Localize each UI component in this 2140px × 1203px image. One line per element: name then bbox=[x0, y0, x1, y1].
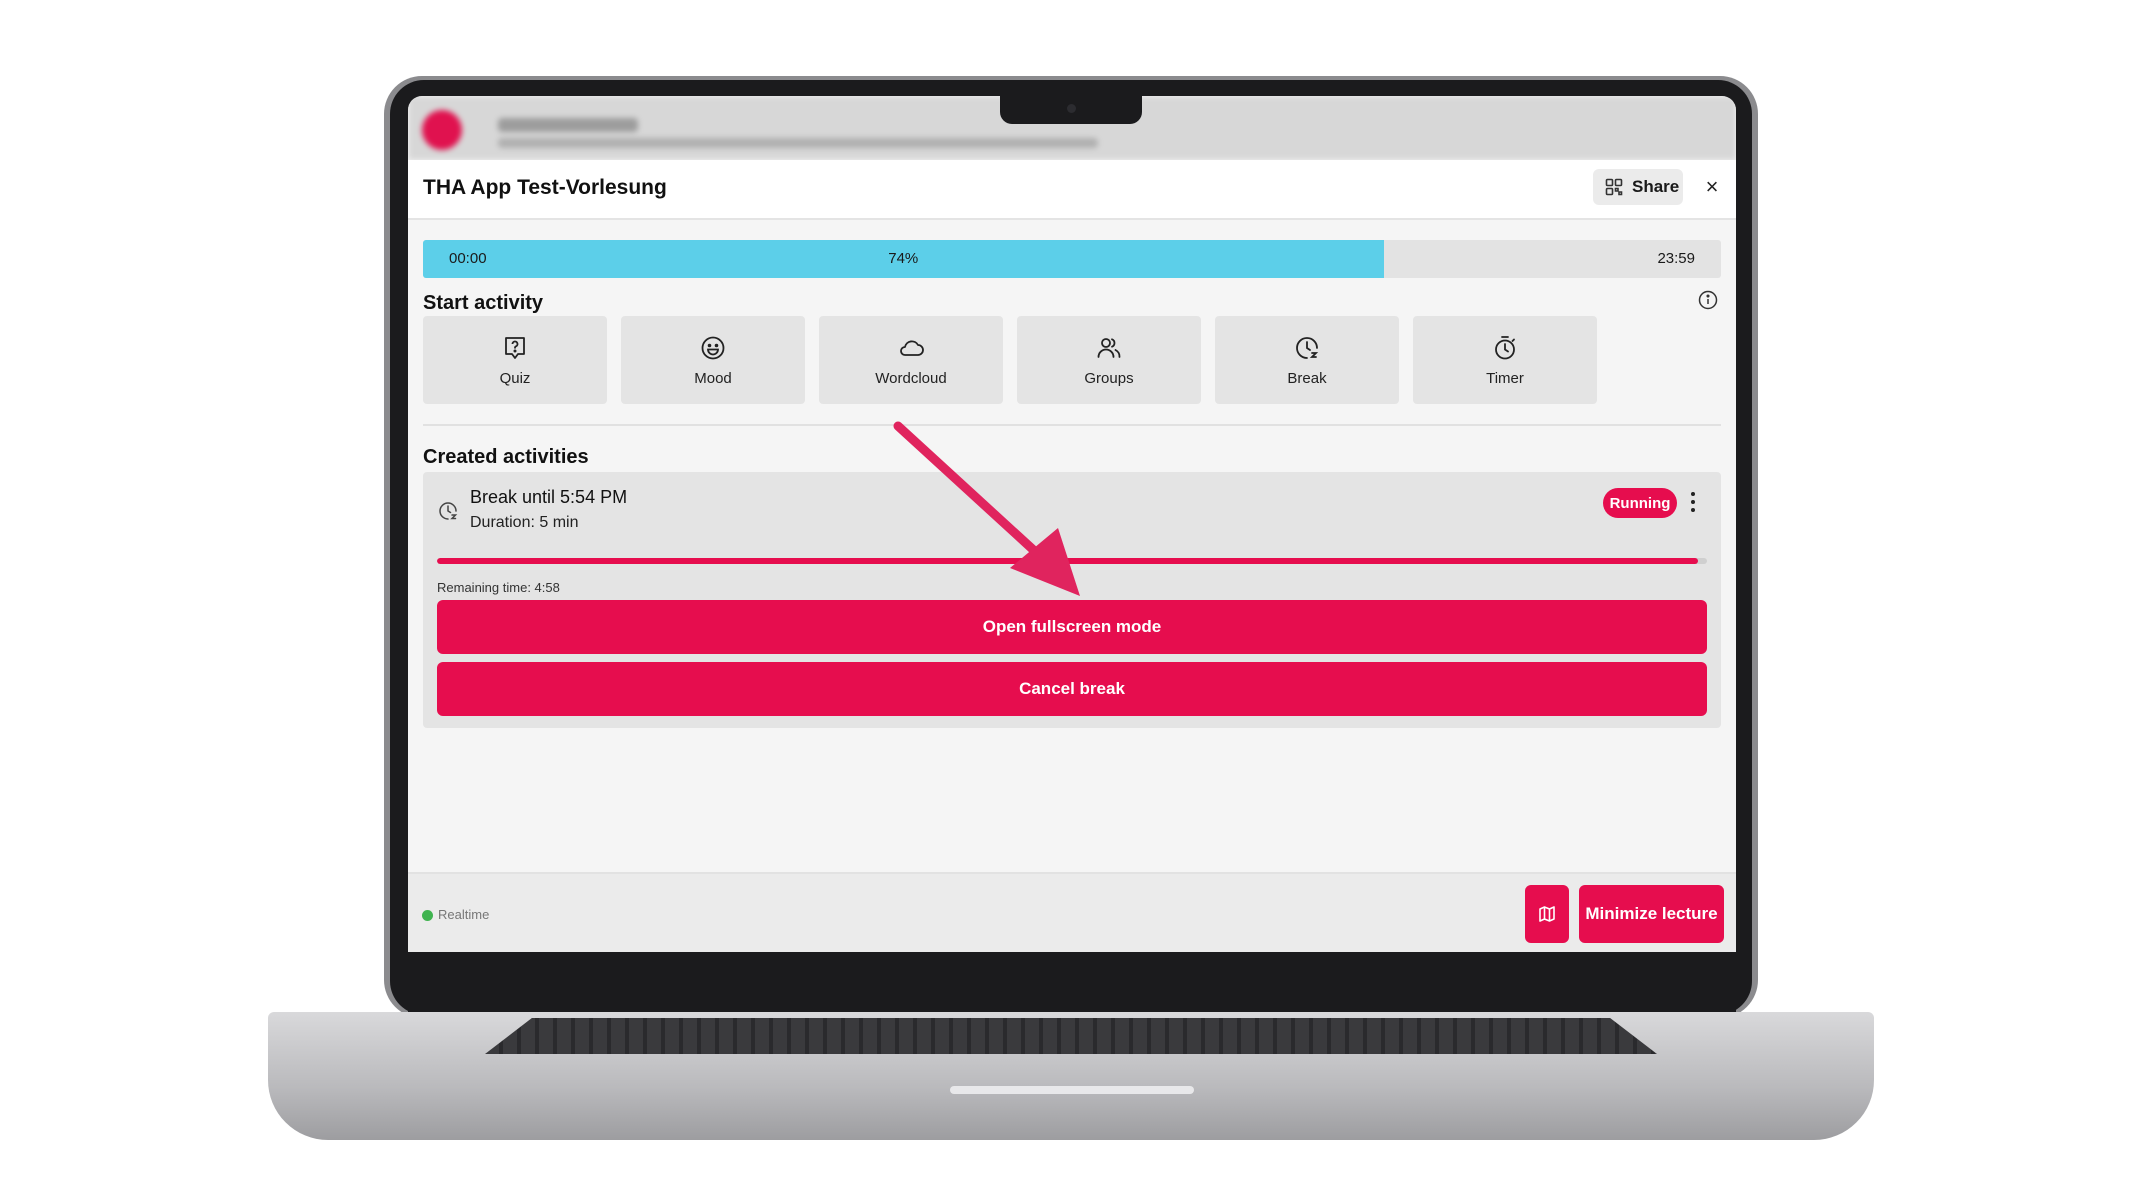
map-icon bbox=[1539, 906, 1555, 922]
activity-groups[interactable]: Groups bbox=[1017, 316, 1201, 404]
start-activity-heading: Start activity bbox=[423, 292, 544, 314]
status-badge: Running bbox=[1603, 488, 1677, 518]
activity-mood[interactable]: Mood bbox=[621, 316, 805, 404]
users-icon bbox=[1097, 337, 1121, 358]
modal-title: THA App Test-Vorlesung bbox=[423, 176, 667, 199]
created-activities-heading: Created activities bbox=[423, 446, 589, 468]
camera-icon bbox=[1067, 104, 1076, 113]
clock-icon bbox=[439, 502, 458, 520]
map-button[interactable] bbox=[1525, 885, 1569, 943]
remaining-time-bar bbox=[437, 558, 1707, 564]
more-options-icon[interactable] bbox=[1685, 488, 1701, 516]
activity-quiz[interactable]: Quiz bbox=[423, 316, 607, 404]
progress-end-time: 23:59 bbox=[1657, 250, 1695, 267]
activity-label: Wordcloud bbox=[875, 369, 947, 387]
stopwatch-icon bbox=[1495, 335, 1515, 359]
progress-percent: 74% bbox=[888, 250, 919, 267]
close-button[interactable]: × bbox=[1700, 174, 1724, 202]
share-button[interactable]: Share bbox=[1593, 169, 1683, 205]
clock-icon bbox=[1296, 336, 1319, 359]
laptop-screen: THA App Test-Vorlesung Share × 00:00 74%… bbox=[408, 96, 1736, 952]
realtime-status-dot bbox=[422, 910, 433, 921]
activity-wordcloud[interactable]: Wordcloud bbox=[819, 316, 1003, 404]
activity-break[interactable]: Break bbox=[1215, 316, 1399, 404]
realtime-label: Realtime bbox=[438, 907, 490, 922]
cloud-icon bbox=[900, 340, 924, 356]
screen-bottom-bezel bbox=[408, 952, 1736, 1012]
modal-header: THA App Test-Vorlesung Share × bbox=[408, 160, 1736, 220]
open-fullscreen-button[interactable]: Open fullscreen mode bbox=[437, 600, 1707, 654]
quiz-icon bbox=[505, 336, 525, 359]
remaining-time-fill bbox=[437, 558, 1699, 564]
modal-footer: Realtime Minimize lecture bbox=[408, 872, 1736, 952]
activity-label: Timer bbox=[1486, 369, 1524, 387]
laptop-keyboard bbox=[485, 1018, 1657, 1054]
minimize-lecture-button[interactable]: Minimize lecture bbox=[1579, 885, 1724, 943]
smiley-icon bbox=[701, 336, 725, 359]
remaining-time-label: Remaining time: 4:58 bbox=[437, 580, 560, 595]
info-icon[interactable] bbox=[1698, 290, 1718, 310]
lecture-modal: THA App Test-Vorlesung Share × 00:00 74%… bbox=[408, 160, 1736, 952]
activity-label: Break bbox=[1287, 369, 1327, 387]
qr-code-icon bbox=[1605, 178, 1623, 196]
activity-card: Break until 5:54 PM Duration: 5 min Runn… bbox=[423, 472, 1721, 728]
section-divider bbox=[423, 424, 1721, 426]
activity-label: Mood bbox=[694, 369, 732, 387]
activity-card-title: Break until 5:54 PM bbox=[470, 487, 628, 507]
activity-label: Groups bbox=[1084, 369, 1134, 387]
laptop-front-lip bbox=[950, 1086, 1194, 1094]
cancel-break-button[interactable]: Cancel break bbox=[437, 662, 1707, 716]
lecture-progress-bar: 00:00 74% 23:59 bbox=[423, 240, 1721, 278]
activity-timer[interactable]: Timer bbox=[1413, 316, 1597, 404]
activity-label: Quiz bbox=[499, 369, 531, 387]
activity-card-duration: Duration: 5 min bbox=[470, 514, 579, 531]
camera-notch bbox=[1000, 96, 1142, 124]
share-label: Share bbox=[1632, 177, 1680, 196]
